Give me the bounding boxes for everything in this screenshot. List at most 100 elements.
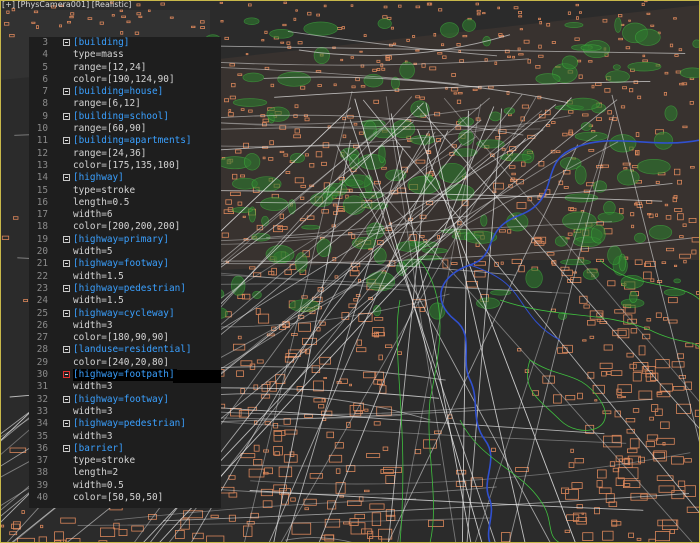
property-line[interactable]: range=[6,12] [73, 98, 141, 110]
code-text: width=1.5 [73, 270, 124, 282]
editor-line[interactable]: 18 color=[200,200,200] [29, 221, 221, 233]
section-header[interactable]: [highway=pedestrian] [73, 418, 186, 430]
property-line[interactable]: color=[50,50,50] [73, 492, 163, 504]
editor-line[interactable]: 7 [building=house] [29, 86, 221, 98]
section-header[interactable]: [building=apartments] [73, 135, 192, 147]
editor-line[interactable]: 40 color=[50,50,50] [29, 492, 221, 504]
section-header[interactable]: [building] [73, 37, 129, 49]
editor-line[interactable]: 8 range=[6,12] [29, 98, 221, 110]
section-header[interactable]: [highway=cycleway] [73, 308, 175, 320]
editor-line[interactable]: 3 [building] [29, 37, 221, 49]
editor-line[interactable]: 10 range=[60,90] [29, 123, 221, 135]
property-line[interactable]: color=[180,90,90] [73, 332, 169, 344]
3d-viewport[interactable]: [+] [PhysCamera001] [Realistic] 3 [buildi… [0, 0, 700, 543]
fold-toggle-icon[interactable] [63, 137, 70, 145]
property-line[interactable]: width=3 [73, 381, 113, 393]
editor-line[interactable]: 13 color=[175,135,100] [29, 160, 221, 172]
property-line[interactable]: range=[12,24] [73, 62, 146, 74]
editor-line[interactable]: 5 range=[12,24] [29, 62, 221, 74]
section-header[interactable]: [building=school] [73, 111, 169, 123]
editor-line[interactable]: 16 length=0.5 [29, 197, 221, 209]
property-line[interactable]: length=0.5 [73, 197, 129, 209]
editor-line[interactable]: 4 type=mass [29, 49, 221, 61]
editor-line[interactable]: 17 width=6 [29, 209, 221, 221]
property-line[interactable]: color=[240,20,80] [73, 357, 169, 369]
section-header[interactable]: [landuse=residential] [73, 344, 192, 356]
fold-toggle-icon[interactable] [63, 395, 70, 403]
editor-line[interactable]: 15 type=stroke [29, 185, 221, 197]
editor-line[interactable]: 32 [highway=footway] [29, 394, 221, 406]
editor-line[interactable]: 23 [highway=pedestrian] [29, 283, 221, 295]
editor-line[interactable]: 24 width=1.5 [29, 295, 221, 307]
code-text: [landuse=residential] [73, 344, 192, 356]
property-line[interactable]: length=2 [73, 467, 118, 479]
section-header[interactable]: [highway=footway] [73, 258, 169, 270]
property-line[interactable]: range=[24,36] [73, 148, 146, 160]
editor-line[interactable]: 29 color=[240,20,80] [29, 357, 221, 369]
editor-line[interactable]: 27 color=[180,90,90] [29, 332, 221, 344]
property-line[interactable]: type=mass [73, 49, 124, 61]
editor-line[interactable]: 11 [building=apartments] [29, 135, 221, 147]
property-line[interactable]: width=3 [73, 320, 113, 332]
section-header[interactable]: [highway=pedestrian] [73, 283, 186, 295]
code-text: length=2 [73, 467, 119, 479]
property-line[interactable]: width=6 [73, 209, 113, 221]
fold-toggle-icon[interactable] [63, 346, 70, 354]
fold-toggle-icon[interactable] [63, 260, 70, 268]
editor-line[interactable]: 37 type=stroke [29, 455, 221, 467]
section-header[interactable]: [barrier] [73, 443, 124, 455]
editor-line[interactable]: 28 [landuse=residential] [29, 344, 221, 356]
editor-line[interactable]: 6 color=[190,124,90] [29, 74, 221, 86]
editor-line[interactable]: 25 [highway=cycleway] [29, 308, 221, 320]
fold-toggle-icon[interactable] [63, 309, 70, 317]
editor-line[interactable]: 12 range=[24,36] [29, 148, 221, 160]
property-line[interactable]: width=1.5 [73, 271, 124, 283]
editor-line[interactable]: 14 [highway] [29, 172, 221, 184]
fold-toggle-icon[interactable] [63, 39, 70, 46]
editor-line[interactable]: 26 width=3 [29, 320, 221, 332]
editor-line[interactable]: 9 [building=school] [29, 111, 221, 123]
line-number: 9 [42, 110, 48, 122]
code-text: width=1.5 [73, 295, 124, 307]
section-header[interactable]: [highway=footpath] [73, 369, 177, 382]
fold-toggle-icon[interactable] [63, 371, 70, 379]
property-line[interactable]: width=0.5 [73, 480, 124, 492]
section-header[interactable]: [building=house] [73, 86, 163, 98]
editor-line[interactable]: 33 width=3 [29, 406, 221, 418]
fold-toggle-icon[interactable] [63, 174, 70, 182]
property-line[interactable]: width=3 [73, 431, 113, 443]
fold-toggle-icon[interactable] [63, 112, 70, 120]
editor-line[interactable]: 19 [highway=primary] [29, 234, 221, 246]
script-editor-panel[interactable]: 3 [building] 4 type=mass 5 range=[12,24] 6 colo… [29, 37, 221, 508]
fold-toggle-icon[interactable] [63, 235, 70, 243]
editor-line[interactable]: 21 [highway=footway] [29, 258, 221, 270]
editor-line[interactable]: 39 width=0.5 [29, 480, 221, 492]
editor-line[interactable]: 20 width=5 [29, 246, 221, 258]
code-text: [building] [73, 37, 130, 48]
property-line[interactable]: width=1.5 [73, 295, 124, 307]
property-line[interactable]: width=3 [73, 406, 113, 418]
fold-toggle-icon[interactable] [63, 284, 70, 292]
section-header[interactable]: [highway=primary] [73, 234, 169, 246]
property-line[interactable]: type=stroke [73, 185, 135, 197]
editor-line[interactable]: 34 [highway=pedestrian] [29, 418, 221, 430]
property-line[interactable]: width=5 [73, 246, 113, 258]
editor-line[interactable]: 35 width=3 [29, 431, 221, 443]
editor-line[interactable]: 22 width=1.5 [29, 271, 221, 283]
viewport-label[interactable]: [+] [PhysCamera001] [Realistic] [2, 0, 131, 10]
line-number: 24 [36, 295, 48, 307]
property-line[interactable]: color=[175,135,100] [73, 160, 180, 172]
property-line[interactable]: color=[190,124,90] [73, 74, 175, 86]
editor-line[interactable]: 38 length=2 [29, 467, 221, 479]
editor-line[interactable]: 36 [barrier] [29, 443, 221, 455]
property-line[interactable]: type=stroke [73, 455, 135, 467]
section-header[interactable]: [highway=footway] [73, 394, 169, 406]
fold-toggle-icon[interactable] [63, 420, 70, 428]
property-line[interactable]: color=[200,200,200] [73, 221, 180, 233]
section-header[interactable]: [highway] [73, 172, 124, 184]
editor-line[interactable]: 31 width=3 [29, 381, 221, 393]
property-line[interactable]: range=[60,90] [73, 123, 146, 135]
fold-toggle-icon[interactable] [63, 88, 70, 96]
line-number: 32 [36, 393, 48, 405]
fold-toggle-icon[interactable] [63, 444, 70, 452]
